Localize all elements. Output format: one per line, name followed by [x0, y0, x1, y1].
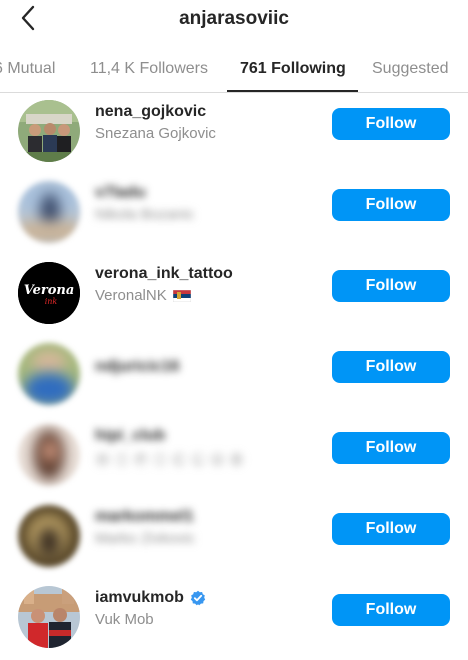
avatar[interactable] — [18, 424, 80, 486]
serbia-flag-icon — [172, 289, 191, 302]
account-username[interactable]: ndjuricic16 — [95, 358, 179, 376]
follow-button[interactable]: Follow — [332, 270, 450, 302]
active-tab-indicator — [227, 90, 358, 92]
account-full-name-line: VeronalNK — [95, 287, 233, 304]
account-row[interactable]: markommel1 Marko Zivkovic Follow — [0, 499, 468, 579]
profile-username-title: anjarasoviic — [179, 8, 289, 29]
account-username[interactable]: v7ladu — [95, 184, 194, 202]
account-username[interactable]: nena_gojkovic — [95, 103, 216, 121]
account-full-name: Snezana Gojkovic — [95, 125, 216, 142]
svg-text:Verona: Verona — [24, 283, 75, 298]
verified-badge-icon — [190, 590, 206, 606]
account-row[interactable]: iamvukmob Vuk Mob Follow — [0, 580, 468, 660]
account-row[interactable]: nena_gojkovic Snezana Gojkovic Follow — [0, 94, 468, 174]
avatar[interactable] — [18, 505, 80, 567]
tab-followers[interactable]: 11,4 K Followers — [90, 60, 208, 78]
avatar[interactable]: Verona ink — [18, 262, 80, 324]
account-full-name: Vuk Mob — [95, 611, 154, 628]
follow-button[interactable]: Follow — [332, 351, 450, 383]
svg-text:ink: ink — [45, 297, 58, 306]
avatar[interactable] — [18, 181, 80, 243]
tab-following[interactable]: 761 Following — [240, 60, 346, 78]
account-row[interactable]: Verona ink verona_ink_tattoo VeronalNK F… — [0, 256, 468, 336]
account-row[interactable]: hipi_club Ⓗ Ⓘ Ⓟ Ⓘ Ⓒ Ⓛ Ⓤ Ⓑ Follow — [0, 418, 468, 498]
follow-button[interactable]: Follow — [332, 594, 450, 626]
verona-ink-logo: Verona ink — [18, 262, 80, 324]
follow-button[interactable]: Follow — [332, 108, 450, 140]
account-full-name: Ⓗ Ⓘ Ⓟ Ⓘ Ⓒ Ⓛ Ⓤ Ⓑ — [95, 452, 245, 469]
account-username-line: iamvukmob — [95, 589, 206, 607]
avatar[interactable] — [18, 343, 80, 405]
account-username[interactable]: iamvukmob — [95, 589, 184, 607]
avatar[interactable] — [18, 100, 80, 162]
account-full-name: Nikola Bozanic — [95, 206, 195, 223]
tab-mutual[interactable]: 6 Mutual — [0, 60, 55, 78]
account-full-name: Marko Zivkovic — [95, 530, 196, 547]
account-username[interactable]: markommel1 — [95, 508, 195, 526]
account-row[interactable]: ndjuricic16 Follow — [0, 337, 468, 417]
avatar[interactable] — [18, 586, 80, 648]
account-full-name: VeronalNK — [95, 287, 167, 304]
follow-button[interactable]: Follow — [332, 189, 450, 221]
account-row[interactable]: v7ladu Nikola Bozanic Follow — [0, 175, 468, 255]
tab-bar: 6 Mutual 11,4 K Followers 761 Following … — [0, 50, 468, 93]
top-bar: anjarasoviic — [0, 0, 468, 40]
follow-button[interactable]: Follow — [332, 513, 450, 545]
follow-button[interactable]: Follow — [332, 432, 450, 464]
tab-suggested[interactable]: Suggested — [372, 60, 449, 78]
account-username[interactable]: verona_ink_tattoo — [95, 265, 233, 283]
account-username[interactable]: hipi_club — [95, 427, 244, 445]
